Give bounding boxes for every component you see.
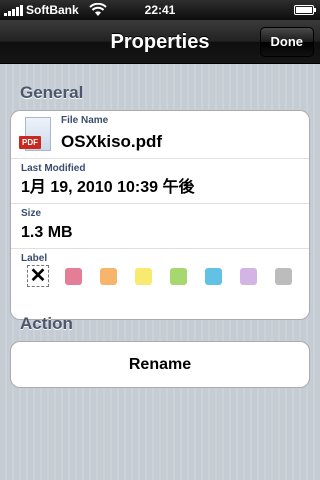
size-label: Size [21, 208, 42, 219]
label-color-swatch[interactable] [275, 268, 292, 285]
rename-button[interactable]: Rename [10, 341, 310, 388]
label-color-swatch[interactable] [100, 268, 117, 285]
navigation-bar: Properties Done [0, 20, 320, 64]
size-value: 1.3 MB [21, 224, 73, 241]
general-group: PDF File Name OSXkiso.pdf Last Modified … [10, 110, 310, 320]
file-name-label: File Name [61, 115, 109, 126]
battery-icon [294, 5, 316, 15]
label-color-picker: ✕ [27, 265, 307, 287]
status-bar: SoftBank 22:41 [0, 0, 320, 20]
status-time: 22:41 [144, 3, 176, 17]
file-name-cell: PDF File Name OSXkiso.pdf [11, 111, 309, 159]
last-modified-cell: Last Modified 1月 19, 2010 10:39 午後 [11, 159, 309, 204]
label-color-swatch[interactable] [205, 268, 222, 285]
last-modified-value: 1月 19, 2010 10:39 午後 [21, 179, 195, 196]
label-color-swatch[interactable] [240, 268, 257, 285]
label-label: Label [21, 253, 48, 264]
label-cell: Label ✕ [11, 249, 309, 319]
pdf-file-icon: PDF [19, 117, 53, 157]
no-label-icon[interactable]: ✕ [27, 265, 49, 287]
file-name-value: OSXkiso.pdf [61, 132, 163, 151]
label-color-swatch[interactable] [170, 268, 187, 285]
label-color-swatch[interactable] [135, 268, 152, 285]
section-header-action: Action [20, 314, 73, 333]
done-button[interactable]: Done [259, 27, 314, 57]
size-cell: Size 1.3 MB [11, 204, 309, 249]
section-header-general: General [20, 83, 84, 102]
label-color-swatch[interactable] [65, 268, 82, 285]
